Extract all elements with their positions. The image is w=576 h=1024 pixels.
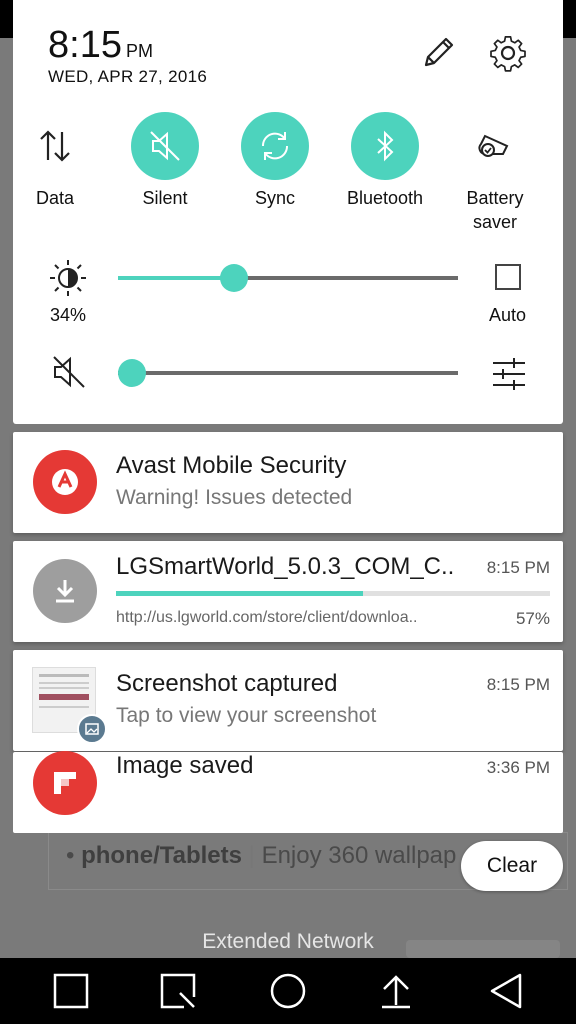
- notification-subtitle: Tap to view your screenshot: [116, 704, 377, 727]
- clock-ampm: PM: [125, 41, 153, 61]
- qs-battery-saver-label-line1: Battery: [466, 188, 524, 208]
- qs-bluetooth-label: Bluetooth: [346, 188, 424, 208]
- notification-screenshot[interactable]: Screenshot captured 8:15 PM Tap to view …: [13, 650, 563, 751]
- navigation-bar: [0, 958, 576, 1024]
- download-progress-fill: [116, 591, 364, 596]
- recent-apps-icon[interactable]: [51, 971, 91, 1011]
- auto-brightness-label: Auto: [489, 305, 527, 325]
- back-icon[interactable]: [486, 971, 526, 1011]
- notification-title: LGSmartWorld_5.0.3_COM_C..: [116, 553, 455, 580]
- notification-download[interactable]: LGSmartWorld_5.0.3_COM_C.. 8:15 PM http:…: [13, 541, 563, 642]
- qs-silent-button[interactable]: Silent: [115, 112, 215, 210]
- notification-time: 3:36 PM: [486, 758, 550, 777]
- flipboard-icon: [33, 751, 97, 815]
- background-button: [406, 940, 560, 958]
- notification-avast[interactable]: Avast Mobile Security Warning! Issues de…: [13, 432, 563, 533]
- avast-icon: [33, 450, 97, 514]
- qs-sync-button[interactable]: Sync: [225, 112, 325, 210]
- battery-saver-icon: [461, 112, 529, 180]
- brightness-percent: 34%: [50, 305, 87, 325]
- background-bullet-rest: Enjoy 360 wallpap: [261, 842, 457, 869]
- sound-settings-sliders-icon[interactable]: [489, 354, 529, 394]
- download-url: http://us.lgworld.com/store/client/downl…: [116, 609, 418, 626]
- clock-time: 8:15: [48, 24, 122, 66]
- gallery-badge-icon: [77, 714, 107, 744]
- notification-time: 8:15 PM: [486, 558, 550, 577]
- background-bullet-bold: phone/Tablets: [81, 842, 242, 869]
- notification-time: 8:15 PM: [486, 675, 550, 694]
- silent-icon: [131, 112, 199, 180]
- clock: 8:15 PM: [48, 24, 153, 67]
- brightness-knob[interactable]: [219, 264, 248, 292]
- notification-title: Image saved: [116, 752, 254, 779]
- bluetooth-icon: [351, 112, 419, 180]
- qs-sync-label: Sync: [254, 188, 296, 208]
- download-progress-bar: [116, 591, 550, 596]
- notification-subtitle: Warning! Issues detected: [116, 486, 353, 509]
- volume-knob[interactable]: [118, 359, 146, 387]
- date: WED, APR 27, 2016: [48, 67, 208, 86]
- settings-gear-icon[interactable]: [488, 33, 528, 73]
- background-bullet-text: • phone/Tablets | Enjoy 360 wallpap: [66, 842, 457, 869]
- qs-bluetooth-button[interactable]: Bluetooth: [335, 112, 435, 210]
- qs-data-button[interactable]: Data: [5, 112, 105, 210]
- download-icon: [33, 559, 97, 623]
- qs-battery-saver-label: Battery saver: [445, 186, 545, 234]
- quick-settings-panel: 8:15 PM WED, APR 27, 2016 Data Silent Syn…: [13, 0, 563, 424]
- volume-track[interactable]: [118, 371, 458, 375]
- brightness-icon: [48, 258, 88, 298]
- edit-pencil-icon[interactable]: [418, 33, 458, 73]
- auto-brightness-checkbox[interactable]: [495, 264, 521, 290]
- notification-drawer-icon[interactable]: [376, 971, 416, 1011]
- brightness-fill: [118, 276, 234, 280]
- notification-image-saved[interactable]: Image saved 3:36 PM: [13, 751, 563, 833]
- qs-battery-saver-button[interactable]: Battery saver: [445, 112, 545, 234]
- capture-plus-icon[interactable]: [158, 971, 198, 1011]
- sync-icon: [241, 112, 309, 180]
- home-icon[interactable]: [268, 971, 308, 1011]
- qs-battery-saver-label-line2: saver: [472, 212, 517, 232]
- notification-title: Avast Mobile Security: [116, 452, 347, 479]
- qs-data-label: Data: [35, 188, 75, 208]
- data-arrows-icon: [21, 112, 89, 180]
- volume-muted-icon: [49, 352, 89, 392]
- notification-title: Screenshot captured: [116, 670, 338, 697]
- download-percent: 57%: [515, 609, 550, 628]
- clear-button[interactable]: Clear: [461, 841, 563, 891]
- qs-silent-label: Silent: [142, 188, 188, 208]
